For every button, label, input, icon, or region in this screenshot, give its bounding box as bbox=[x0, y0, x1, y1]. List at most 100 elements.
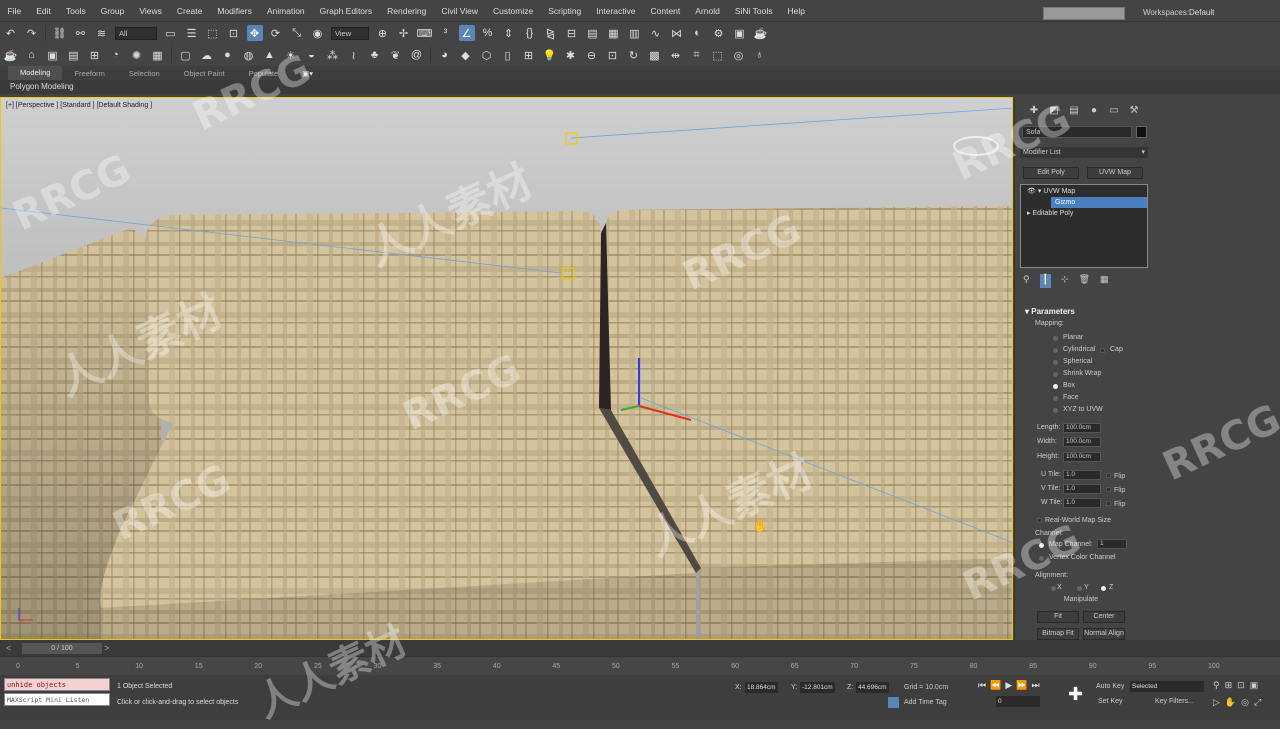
plant-icon[interactable]: ❦ bbox=[388, 47, 404, 63]
camera-icon[interactable]: ◔ bbox=[108, 47, 124, 63]
place-icon[interactable]: ◉ bbox=[310, 25, 326, 41]
rectangle-selection-icon[interactable]: ⬚ bbox=[205, 25, 221, 41]
teapot-icon[interactable]: ☕ bbox=[3, 47, 19, 63]
globe-icon[interactable]: ◕ bbox=[437, 47, 453, 63]
maxscript-output[interactable]: unhide objects bbox=[4, 678, 110, 691]
eye-icon[interactable]: ◎ bbox=[731, 47, 747, 63]
motion-tab-icon[interactable]: ● bbox=[1087, 105, 1101, 117]
unlink-icon[interactable]: ⚯ bbox=[73, 25, 89, 41]
layer-explorer-icon[interactable]: ▦ bbox=[606, 25, 622, 41]
modify-tab-icon[interactable]: ◩ bbox=[1047, 105, 1061, 117]
undo-icon[interactable]: ↶ bbox=[3, 25, 19, 41]
menu-item-help[interactable]: Help bbox=[780, 6, 812, 16]
time-slider[interactable]: 0 / 100 bbox=[22, 643, 102, 654]
next-frame-icon[interactable]: > bbox=[104, 643, 109, 653]
cubes-icon[interactable]: ⬡ bbox=[479, 47, 495, 63]
angle-snap-icon[interactable]: ∠ bbox=[458, 25, 475, 41]
ribbon-options-icon[interactable]: ▣▾ bbox=[290, 69, 325, 78]
tree-icon[interactable]: ♣ bbox=[367, 47, 383, 63]
sun-icon[interactable]: ☀ bbox=[283, 47, 299, 63]
render-icon[interactable]: ▤ bbox=[66, 47, 82, 63]
material-editor-icon[interactable]: ◐ bbox=[690, 25, 706, 41]
u-flip-checkbox[interactable] bbox=[1106, 473, 1111, 478]
prev-key-icon[interactable]: ⏪ bbox=[990, 680, 1005, 690]
radio-shrink-wrap[interactable] bbox=[1053, 372, 1058, 377]
menu-item-customize[interactable]: Customize bbox=[486, 6, 541, 16]
scene-explorer-icon[interactable]: ▤ bbox=[585, 25, 601, 41]
render-production-icon[interactable]: ☕ bbox=[753, 25, 769, 41]
select-manipulate-icon[interactable]: ✢ bbox=[396, 25, 412, 41]
length-spinner[interactable]: 100.0cm bbox=[1063, 423, 1101, 433]
workspace-dropdown[interactable]: Default bbox=[1189, 8, 1214, 17]
menu-item-create[interactable]: Create bbox=[169, 6, 210, 16]
cylinder-icon[interactable]: ⊖ bbox=[584, 47, 600, 63]
eye-icon[interactable]: 👁 bbox=[1027, 188, 1038, 195]
u-tile-spinner[interactable]: 1.0 bbox=[1063, 470, 1101, 480]
radio-vertex-color-channel[interactable] bbox=[1039, 556, 1044, 561]
tab-modeling[interactable]: Modeling bbox=[8, 66, 63, 80]
snaps-toggle-icon[interactable]: ³ bbox=[438, 25, 454, 41]
material-slot-icon[interactable]: ▣ bbox=[45, 47, 61, 63]
light-icon[interactable]: ✺ bbox=[129, 47, 145, 63]
uvw-map-button[interactable]: UVW Map bbox=[1087, 167, 1143, 179]
zoom-all-icon[interactable]: ⊞ bbox=[1225, 680, 1238, 690]
cage-icon[interactable]: ▩ bbox=[647, 47, 663, 63]
bind-space-warp-icon[interactable]: ≋ bbox=[94, 25, 110, 41]
geosphere-icon[interactable]: ◍ bbox=[241, 47, 257, 63]
v-tile-spinner[interactable]: 1.0 bbox=[1063, 484, 1101, 494]
rotate-icon[interactable]: ⟳ bbox=[268, 25, 284, 41]
phone-icon[interactable]: ▯ bbox=[500, 47, 516, 63]
redo-icon[interactable]: ↷ bbox=[24, 25, 40, 41]
configure-sets-icon[interactable]: ▦ bbox=[1100, 274, 1109, 288]
object-color-swatch[interactable] bbox=[1136, 126, 1147, 138]
fov-icon[interactable]: ▷ bbox=[1213, 697, 1225, 707]
radio-xyz-to-uvw[interactable] bbox=[1053, 408, 1058, 413]
texture-icon[interactable]: ⊞ bbox=[87, 47, 103, 63]
play-icon[interactable]: ▶ bbox=[1005, 680, 1016, 690]
tab-selection[interactable]: Selection bbox=[117, 69, 172, 78]
time-slider-track[interactable] bbox=[0, 640, 1280, 656]
set-key-button[interactable]: Set Key bbox=[1098, 698, 1123, 705]
menu-item-civil-view[interactable]: Civil View bbox=[434, 6, 486, 16]
schematic-view-icon[interactable]: ⋈ bbox=[669, 25, 685, 41]
cone-icon[interactable]: ▲ bbox=[262, 47, 278, 63]
radio-cylindrical[interactable] bbox=[1053, 348, 1058, 353]
rock-icon[interactable]: ◆ bbox=[458, 47, 474, 63]
object-name-field[interactable]: Sofa bbox=[1022, 126, 1132, 138]
modifier-list-dropdown[interactable]: Modifier List ▾ bbox=[1020, 147, 1148, 158]
radio-planar[interactable] bbox=[1053, 336, 1058, 341]
spinner-snap-icon[interactable]: ⇕ bbox=[501, 25, 517, 41]
box-icon[interactable]: ▢ bbox=[178, 47, 194, 63]
real-world-map-size-checkbox[interactable] bbox=[1037, 518, 1042, 523]
next-key-icon[interactable]: ⏩ bbox=[1016, 680, 1031, 690]
menu-item-group[interactable]: Group bbox=[93, 6, 132, 16]
stack-item-uvw-map[interactable]: 👁 ▾ UVW Map bbox=[1023, 186, 1145, 197]
cloud-icon[interactable]: ☁ bbox=[199, 47, 215, 63]
mirror-icon[interactable]: ⧎ bbox=[543, 25, 559, 41]
star-icon[interactable]: ✱ bbox=[563, 47, 579, 63]
crop-icon[interactable]: ⌗ bbox=[689, 47, 705, 63]
toggle-ribbon-icon[interactable]: ▥ bbox=[627, 25, 643, 41]
scale-icon[interactable]: ⤡ bbox=[289, 25, 305, 41]
v-flip-checkbox[interactable] bbox=[1106, 487, 1111, 492]
perspective-viewport[interactable]: [+] [Perspective ] [Standard ] [Default … bbox=[0, 97, 1013, 640]
add-time-tag[interactable]: Add Time Tag bbox=[904, 699, 947, 706]
rendered-frame-window-icon[interactable]: ▣ bbox=[732, 25, 748, 41]
utilities-tab-icon[interactable]: ⚒ bbox=[1127, 105, 1141, 117]
key-mode-dropdown[interactable]: Selected bbox=[1130, 681, 1204, 692]
selection-filter-dropdown[interactable]: All bbox=[115, 26, 157, 40]
move-icon[interactable]: ✥ bbox=[246, 25, 263, 41]
workspace-search-box[interactable] bbox=[1043, 7, 1125, 20]
menu-item-animation[interactable]: Animation bbox=[259, 6, 312, 16]
edit-poly-button[interactable]: Edit Poly bbox=[1023, 167, 1079, 179]
reference-coordinate-dropdown[interactable]: View bbox=[331, 26, 369, 40]
maxscript-listener[interactable]: MAXScript Mini Listen bbox=[4, 693, 110, 706]
x-coord-field[interactable]: 18.864cm bbox=[745, 682, 778, 693]
width-spinner[interactable]: 100.0cm bbox=[1063, 437, 1101, 447]
pan-icon[interactable]: ✋ bbox=[1225, 697, 1241, 707]
link-icon[interactable]: ⛓ bbox=[52, 25, 68, 41]
remove-modifier-icon[interactable]: 🗑 bbox=[1079, 274, 1090, 288]
menu-item-rendering[interactable]: Rendering bbox=[380, 6, 434, 16]
radio-align-y[interactable] bbox=[1077, 586, 1082, 591]
align-icon[interactable]: ⊟ bbox=[564, 25, 580, 41]
